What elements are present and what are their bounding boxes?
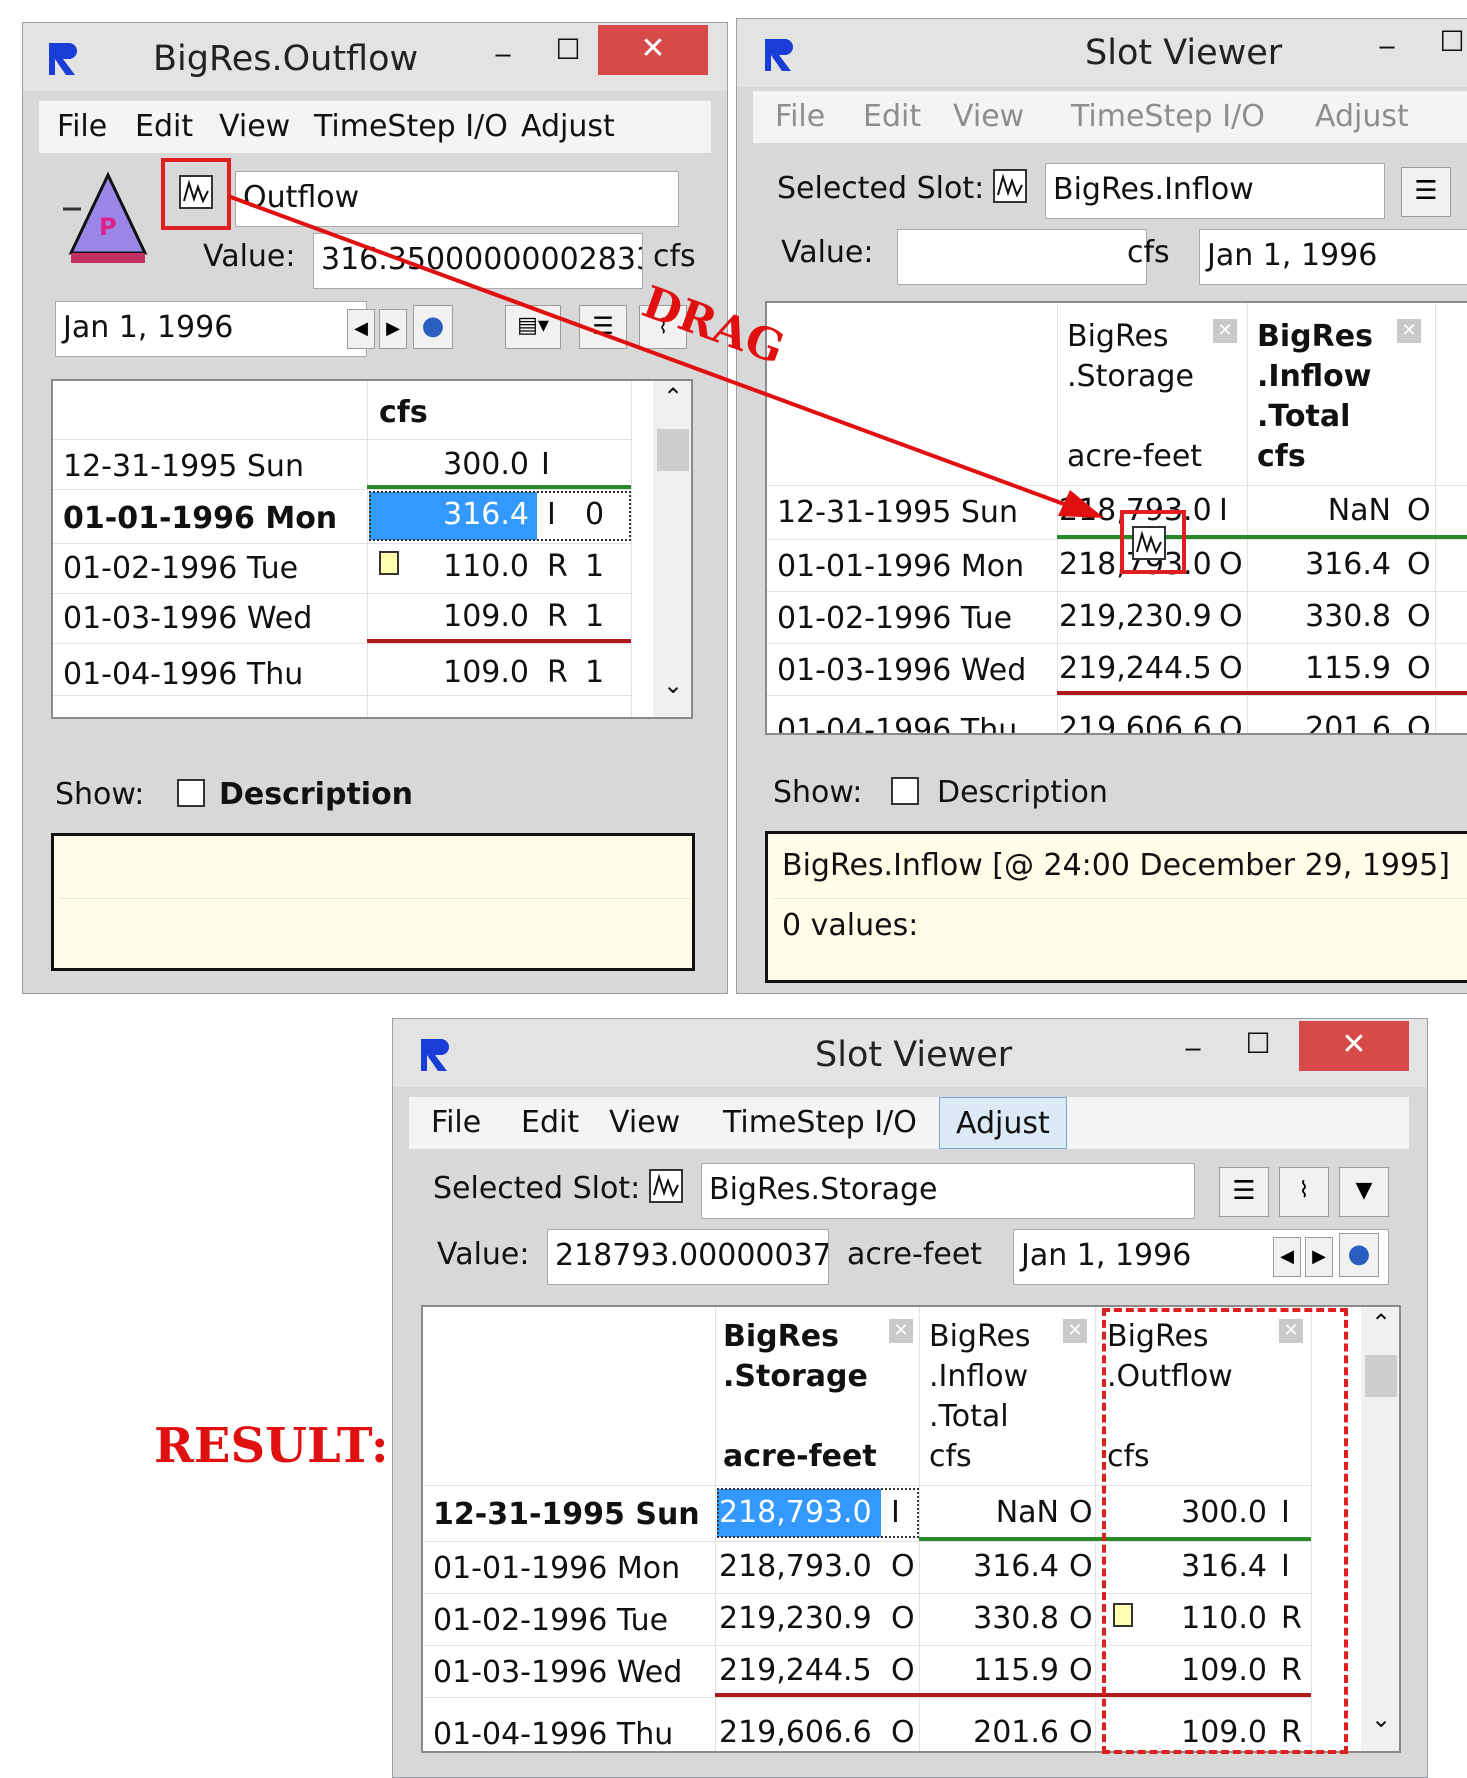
menu-edit[interactable]: Edit: [521, 1105, 579, 1140]
result-titlebar[interactable]: Slot Viewer ‒ ☐ ✕: [393, 1019, 1427, 1087]
row-date: 01-04-1996 Thu: [433, 1717, 674, 1752]
remove-column-icon[interactable]: ✕: [889, 1319, 913, 1343]
row-date: 01-03-1996 Wed: [433, 1655, 683, 1690]
column-header-inflow-3: .Total: [929, 1399, 1009, 1434]
units-label: acre-feet: [847, 1237, 983, 1272]
menu-file[interactable]: File: [431, 1105, 481, 1140]
list-icon[interactable]: ☰: [1219, 1167, 1269, 1217]
row-date: 01-01-1996 Mon: [433, 1551, 681, 1586]
result-annotation: RESULT:: [154, 1418, 389, 1474]
maximize-button[interactable]: ☐: [1238, 1027, 1278, 1060]
row-date: 12-31-1995 Sun: [433, 1497, 700, 1532]
row-value-storage[interactable]: 218,793.0: [719, 1549, 872, 1584]
scrollbar-thumb[interactable]: [1365, 1355, 1397, 1397]
menu-view[interactable]: View: [609, 1105, 680, 1140]
column-header-storage-units: acre-feet: [723, 1439, 877, 1474]
row-flag: O: [1069, 1549, 1093, 1584]
close-button[interactable]: ✕: [1299, 1021, 1409, 1071]
row-flag: O: [1069, 1601, 1093, 1636]
row-flag: O: [891, 1653, 915, 1688]
slot-icon: [649, 1169, 683, 1203]
row-flag: O: [1069, 1495, 1093, 1530]
row-value-inflow[interactable]: NaN: [923, 1495, 1059, 1530]
row-value-storage[interactable]: 218,793.0: [719, 1495, 872, 1530]
value-label: Value:: [437, 1237, 530, 1272]
row-flag: I: [891, 1495, 900, 1530]
prev-timestep-button[interactable]: ◀: [1273, 1237, 1301, 1277]
row-value-inflow[interactable]: 201.6: [923, 1715, 1059, 1750]
column-header-storage: BigRes: [723, 1319, 839, 1354]
minimize-button[interactable]: ‒: [1173, 1031, 1213, 1064]
menu-adjust[interactable]: Adjust: [939, 1097, 1067, 1149]
drop-target-highlight: [1120, 510, 1186, 574]
row-value-inflow[interactable]: 330.8: [923, 1601, 1059, 1636]
row-value-storage[interactable]: 219,230.9: [719, 1601, 872, 1636]
globe-icon[interactable]: ●: [1339, 1233, 1379, 1277]
column-header-inflow-2: .Inflow: [929, 1359, 1029, 1394]
scroll-down-icon[interactable]: ⌄: [1371, 1705, 1391, 1733]
dropdown-arrow-icon[interactable]: ▼: [1339, 1167, 1389, 1217]
row-flag: O: [891, 1549, 915, 1584]
row-flag: O: [891, 1601, 915, 1636]
next-timestep-button[interactable]: ▶: [1305, 1237, 1333, 1277]
row-flag: O: [1069, 1715, 1093, 1750]
row-value-storage[interactable]: 219,244.5: [719, 1653, 872, 1688]
menu-bar: File Edit View TimeStep I/O Adjust: [409, 1097, 1409, 1149]
row-value-storage[interactable]: 219,606.6: [719, 1715, 872, 1750]
new-column-highlight: [1102, 1308, 1348, 1754]
selected-slot-field[interactable]: BigRes.Storage: [701, 1163, 1195, 1219]
column-header-inflow: BigRes: [929, 1319, 1031, 1354]
riverware-logo-icon: [419, 1037, 451, 1073]
menu-timestep-io[interactable]: TimeStep I/O: [723, 1105, 917, 1140]
value-field[interactable]: 218793.000000377: [547, 1229, 829, 1285]
column-header-inflow-units: cfs: [929, 1439, 972, 1474]
row-flag: O: [1069, 1653, 1093, 1688]
column-header-storage-2: .Storage: [723, 1359, 868, 1394]
plot-icon[interactable]: ⌇: [1279, 1167, 1329, 1217]
selected-slot-label: Selected Slot:: [433, 1171, 641, 1206]
remove-column-icon[interactable]: ✕: [1063, 1319, 1087, 1343]
row-flag: O: [891, 1715, 915, 1750]
row-date: 01-02-1996 Tue: [433, 1603, 669, 1638]
window-title: Slot Viewer: [815, 1035, 1013, 1075]
scroll-up-icon[interactable]: ⌃: [1371, 1309, 1391, 1337]
row-value-inflow[interactable]: 316.4: [923, 1549, 1059, 1584]
row-value-inflow[interactable]: 115.9: [923, 1653, 1059, 1688]
